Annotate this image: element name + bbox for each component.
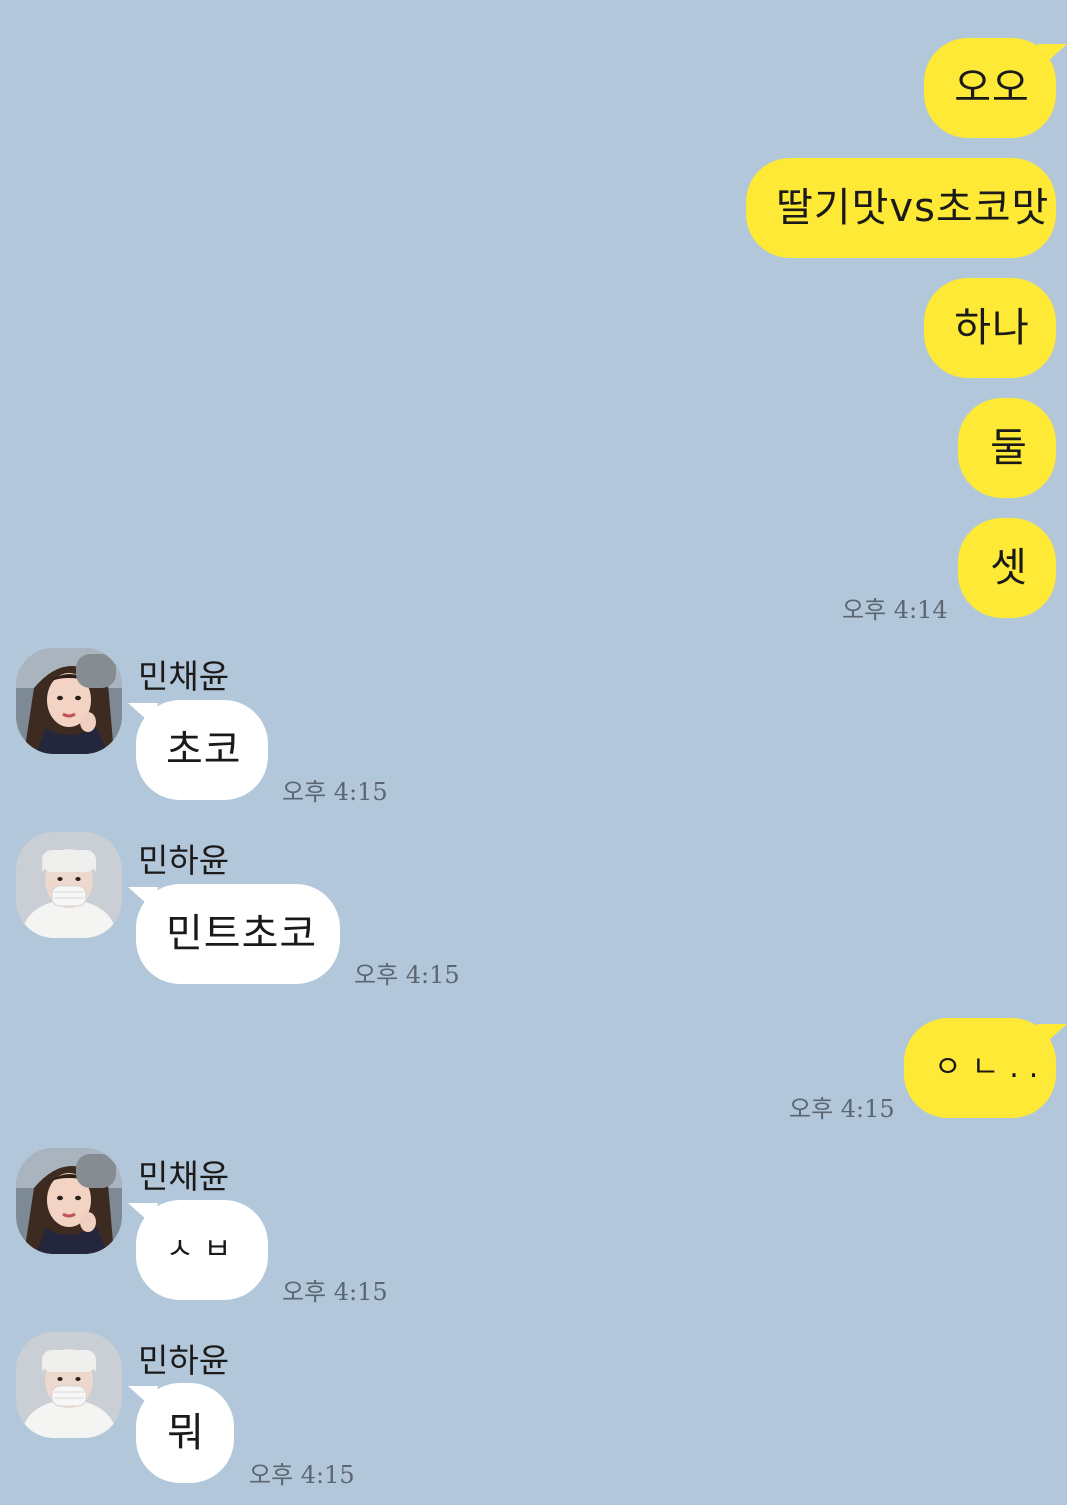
message-timestamp: 오후 4:15 [789,1095,895,1123]
avatar-hayun[interactable] [16,832,122,938]
my-message-bubble[interactable]: 딸기맛vs초코맛 [746,158,1056,258]
my-message-bubble[interactable]: ㅇㄴ.. [904,1018,1056,1118]
message-timestamp: 오후 4:15 [282,778,388,806]
message-timestamp: 오후 4:15 [282,1278,388,1306]
profile-photo-icon [16,1332,122,1438]
message-timestamp: 오후 4:14 [842,596,948,624]
profile-photo-icon [16,648,122,754]
chat-area[interactable]: 오오 딸기맛vs초코맛 하나 둘 셋 오후 4:14 민채윤 초코 오후 4:1… [0,0,1067,1505]
avatar-hayun[interactable] [16,1332,122,1438]
my-message-bubble[interactable]: 오오 [924,38,1056,138]
sender-name: 민채윤 [138,1157,230,1196]
profile-photo-icon [16,832,122,938]
their-message-bubble[interactable]: ㅅㅂ [136,1200,268,1300]
sender-name: 민채윤 [138,657,230,696]
my-message-bubble[interactable]: 둘 [958,398,1056,498]
sender-name: 민하윤 [138,1341,230,1380]
sender-name: 민하윤 [138,841,230,880]
message-timestamp: 오후 4:15 [249,1461,355,1489]
profile-photo-icon [16,1148,122,1254]
message-timestamp: 오후 4:15 [354,961,460,989]
avatar-chaeyun[interactable] [16,648,122,754]
their-message-bubble[interactable]: 초코 [136,700,268,800]
their-message-bubble[interactable]: 뭐 [136,1383,234,1483]
my-message-bubble[interactable]: 하나 [924,278,1056,378]
my-message-bubble[interactable]: 셋 [958,518,1056,618]
their-message-bubble[interactable]: 민트초코 [136,884,340,984]
avatar-chaeyun[interactable] [16,1148,122,1254]
